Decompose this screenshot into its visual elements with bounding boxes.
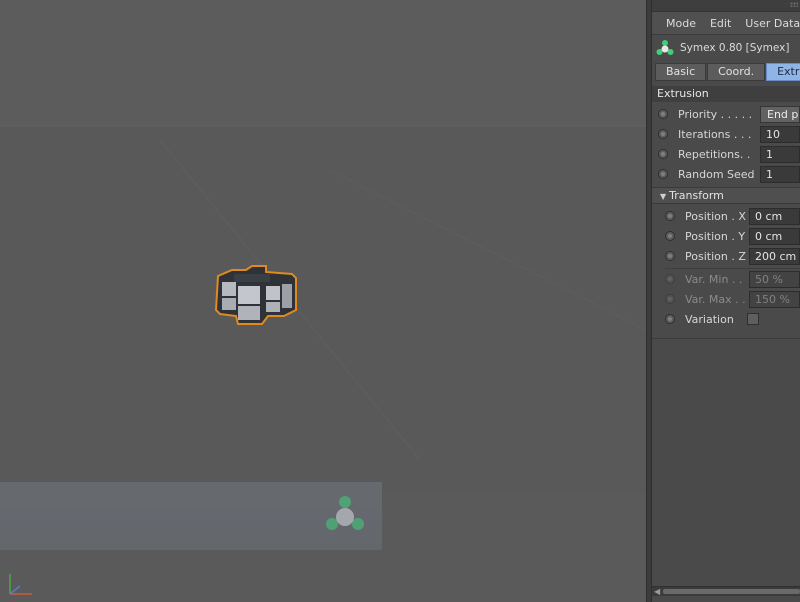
param-row-var-max: Var. Max . . 150 % (652, 289, 800, 309)
iterations-label: Iterations . . . (678, 127, 752, 141)
random-seed-label: Random Seed (678, 167, 755, 181)
animate-radio-icon[interactable] (665, 231, 675, 241)
tab-coord[interactable]: Coord. (707, 63, 766, 81)
panel-title-strip (652, 0, 800, 12)
transform-group-header[interactable]: ▼ Transform (652, 187, 800, 204)
tab-basic[interactable]: Basic (655, 63, 707, 81)
position-z-input[interactable]: 200 cm (749, 247, 800, 265)
viewport[interactable] (0, 0, 646, 602)
object-title: Symex 0.80 [Symex] (680, 42, 790, 54)
parameters-end-line (652, 338, 800, 339)
position-x-label: Position . X (685, 209, 746, 223)
position-z-label: Position . Z (685, 249, 746, 263)
tab-bar: Basic Coord. Extrusion (655, 63, 800, 81)
animate-radio-icon[interactable] (665, 251, 675, 261)
attribute-menubar: Mode Edit User Data (652, 12, 800, 35)
variation-checkbox[interactable] (747, 313, 759, 325)
animate-radio-icon[interactable] (658, 109, 668, 119)
variation-label: Variation (685, 312, 734, 326)
position-y-label: Position . Y (685, 229, 746, 243)
repetitions-label: Repetitions. . (678, 147, 751, 161)
iterations-input[interactable]: 10 (760, 125, 800, 143)
position-x-input[interactable]: 0 cm (749, 207, 800, 225)
tab-extrusion[interactable]: Extrusion (766, 63, 800, 81)
attribute-manager: Mode Edit User Data Symex 0.80 [Symex] B… (652, 0, 800, 602)
transform-title: Transform (669, 189, 724, 202)
panel-grip-icon[interactable] (790, 2, 798, 7)
animate-radio-icon (665, 274, 675, 284)
repetitions-input[interactable]: 1 (760, 145, 800, 163)
var-min-label: Var. Min . . (685, 272, 743, 286)
scroll-left-icon[interactable]: ◀ (654, 587, 660, 596)
param-row-repetitions: Repetitions. . 1 (652, 144, 800, 164)
animate-radio-icon[interactable] (665, 314, 675, 324)
param-row-var-min: Var. Min . . 50 % (652, 269, 800, 289)
var-max-input: 150 % (749, 290, 800, 308)
param-row-position-y: Position . Y 0 cm (652, 226, 800, 246)
extruded-cubes-object[interactable] (212, 262, 302, 330)
random-seed-input[interactable]: 1 (760, 165, 800, 183)
priority-dropdown[interactable]: End points (760, 105, 800, 123)
param-row-iterations: Iterations . . . 10 (652, 124, 800, 144)
param-row-position-x: Position . X 0 cm (652, 206, 800, 226)
menu-user-data[interactable]: User Data (745, 17, 800, 30)
param-row-random-seed: Random Seed 1 (652, 164, 800, 184)
menu-edit[interactable]: Edit (710, 17, 731, 30)
animate-radio-icon (665, 294, 675, 304)
collapse-triangle-icon[interactable]: ▼ (660, 189, 666, 204)
var-max-label: Var. Max . . (685, 292, 746, 306)
priority-label: Priority . . . . . (678, 107, 753, 121)
symex-watermark-icon (326, 496, 364, 530)
axis-gizmo-icon (9, 574, 32, 595)
animate-radio-icon[interactable] (658, 149, 668, 159)
param-row-position-z: Position . Z 200 cm (652, 246, 800, 266)
animate-radio-icon[interactable] (665, 211, 675, 221)
var-min-input: 50 % (749, 270, 800, 288)
section-title-extrusion: Extrusion (652, 86, 800, 102)
param-row-priority: Priority . . . . . End points (652, 104, 800, 124)
object-header: Symex 0.80 [Symex] (652, 35, 800, 61)
animate-radio-icon[interactable] (658, 129, 668, 139)
position-y-input[interactable]: 0 cm (749, 227, 800, 245)
symex-object-icon (656, 40, 674, 55)
horizontal-scrollbar[interactable]: ◀ (652, 586, 800, 596)
animate-radio-icon[interactable] (658, 169, 668, 179)
scrollbar-thumb[interactable] (663, 589, 800, 594)
param-row-variation: Variation (652, 309, 800, 329)
menu-mode[interactable]: Mode (666, 17, 696, 30)
